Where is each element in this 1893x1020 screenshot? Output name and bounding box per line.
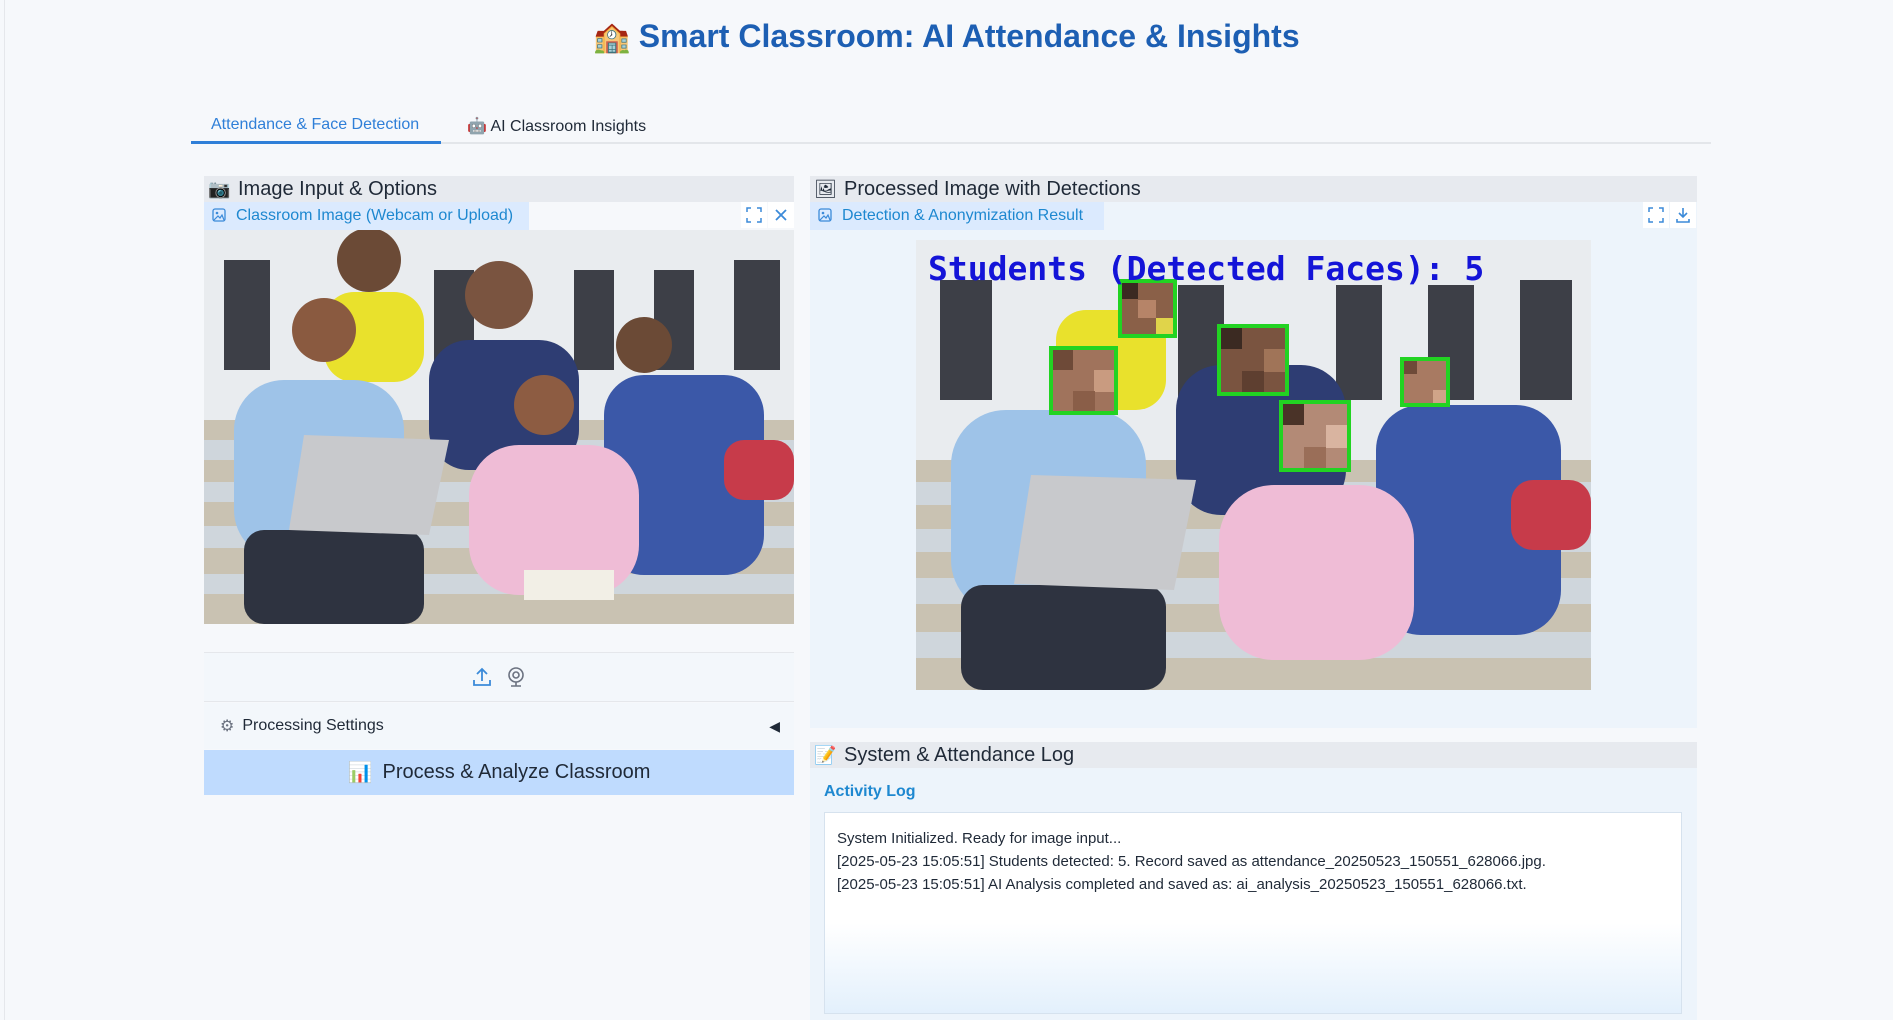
image-icon	[818, 207, 832, 225]
upload-button[interactable]	[470, 665, 494, 689]
processing-settings-accordion[interactable]: ⚙ Processing Settings ◀	[204, 703, 794, 749]
download-button[interactable]	[1670, 202, 1696, 228]
bar-chart-icon: 📊	[347, 762, 373, 784]
camera-icon: 📷	[208, 178, 231, 199]
log-line: System Initialized. Ready for image inpu…	[837, 830, 1122, 847]
tab-ai-classroom-insights[interactable]: 🤖 AI Classroom Insights	[447, 110, 666, 144]
upload-icon	[473, 667, 491, 686]
school-building-icon: 🏫	[593, 21, 631, 54]
clear-image-button[interactable]	[768, 202, 794, 228]
page-title-text: Smart Classroom: AI Attendance & Insight…	[638, 18, 1300, 54]
fullscreen-output-button[interactable]	[1643, 202, 1669, 228]
output-panel-title: Processed Image with Detections	[844, 177, 1141, 200]
tab-attendance-face-detection[interactable]: Attendance & Face Detection	[191, 110, 441, 144]
page-title: 🏫 Smart Classroom: AI Attendance & Insigh…	[0, 18, 1893, 55]
classroom-input-image[interactable]	[204, 230, 794, 624]
input-panel-title: Image Input & Options	[238, 177, 438, 200]
detection-result-label-text: Detection & Anonymization Result	[842, 207, 1084, 224]
robot-icon: 🤖	[467, 118, 487, 135]
processed-output-image: Students (Detected Faces): 5	[916, 240, 1591, 690]
log-line: [2025-05-23 15:05:51] Students detected:…	[837, 853, 1546, 870]
classroom-image-label-text: Classroom Image (Webcam or Upload)	[236, 207, 514, 224]
tab-label: AI Classroom Insights	[490, 118, 647, 135]
framed-picture-icon: 🖼	[814, 178, 837, 199]
log-panel-header: 📝 System & Attendance Log	[810, 742, 1697, 768]
tab-label: Attendance & Face Detection	[211, 116, 420, 133]
image-icon	[212, 207, 226, 225]
fullscreen-icon	[746, 207, 762, 223]
fullscreen-button[interactable]	[741, 202, 767, 228]
activity-log-label: Activity Log	[824, 783, 916, 800]
collapse-caret-icon: ◀	[769, 717, 780, 734]
page-edge	[4, 0, 5, 1020]
detection-result-label: Detection & Anonymization Result	[810, 202, 1104, 230]
log-panel-title: System & Attendance Log	[844, 743, 1075, 766]
process-analyze-button[interactable]: 📊 Process & Analyze Classroom	[204, 750, 794, 795]
detected-count-overlay: Students (Detected Faces): 5	[928, 249, 1484, 288]
log-line: [2025-05-23 15:05:51] AI Analysis comple…	[837, 876, 1527, 893]
processing-settings-label: Processing Settings	[242, 717, 384, 734]
image-source-bar	[204, 652, 794, 702]
fullscreen-icon	[1648, 207, 1664, 223]
gear-icon: ⚙	[220, 718, 235, 735]
activity-log-textbox[interactable]: System Initialized. Ready for image inpu…	[824, 812, 1682, 1014]
memo-icon: 📝	[814, 744, 837, 765]
process-analyze-label: Process & Analyze Classroom	[382, 761, 651, 783]
webcam-icon	[508, 667, 524, 687]
classroom-image-label: Classroom Image (Webcam or Upload)	[204, 202, 529, 230]
download-icon	[1676, 208, 1690, 223]
output-panel-header: 🖼 Processed Image with Detections	[810, 176, 1697, 202]
tab-bar: Attendance & Face Detection 🤖 AI Classro…	[191, 110, 1711, 144]
close-icon	[775, 209, 787, 221]
input-panel-header: 📷 Image Input & Options	[204, 176, 794, 202]
webcam-button[interactable]	[504, 665, 528, 689]
